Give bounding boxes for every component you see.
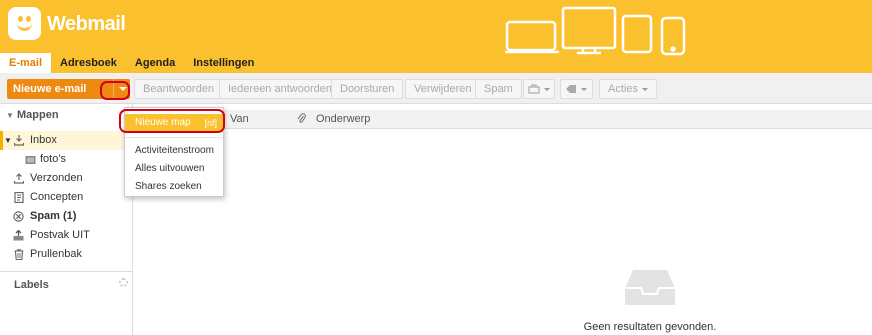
message-list-header: Van Onderwerp bbox=[134, 110, 872, 129]
folder-spam[interactable]: Spam (1) bbox=[0, 207, 132, 226]
tab-adresboek[interactable]: Adresboek bbox=[51, 53, 126, 73]
folder-label: Spam (1) bbox=[30, 210, 77, 222]
devices-illustration bbox=[505, 6, 686, 56]
labels-heading: Labels bbox=[14, 279, 49, 291]
trash-icon bbox=[14, 249, 24, 260]
reply-all-button[interactable]: Iedereen antwoorden bbox=[219, 79, 341, 99]
spam-icon bbox=[13, 211, 24, 222]
drafts-icon bbox=[14, 192, 24, 203]
folder-label: Inbox bbox=[30, 134, 57, 146]
folders-heading-label: Mappen bbox=[16, 109, 59, 121]
forward-button[interactable]: Doorsturen bbox=[331, 79, 404, 99]
folder-postvak-uit[interactable]: Postvak UIT bbox=[0, 226, 132, 245]
collapse-icon: ▼ bbox=[6, 111, 14, 120]
tab-email[interactable]: E-mail bbox=[0, 53, 52, 73]
spam-button[interactable]: Spam bbox=[475, 79, 522, 99]
logo-icon bbox=[8, 7, 41, 40]
move-button[interactable] bbox=[523, 79, 555, 99]
folder-label: Postvak UIT bbox=[30, 229, 90, 241]
sidebar: ▼ Mappen ▼ Inbox foto's Verzonden Concep… bbox=[0, 104, 133, 335]
expand-icon: ▼ bbox=[4, 136, 12, 145]
outbox-icon bbox=[13, 230, 24, 241]
folder-fotos[interactable]: foto's bbox=[0, 150, 132, 169]
new-email-label: Nieuwe e-mail bbox=[13, 83, 87, 95]
tag-icon bbox=[566, 85, 576, 94]
label-button[interactable] bbox=[560, 79, 593, 99]
main-tabs: E-mail Adresboek Agenda Instellingen bbox=[0, 53, 263, 73]
folder-label: Prullenbak bbox=[30, 248, 82, 260]
reply-button[interactable]: Beantwoorden bbox=[134, 79, 223, 99]
actions-label: Acties bbox=[608, 83, 638, 95]
labels-section: Labels bbox=[0, 271, 132, 335]
folder-prullenbak[interactable]: Prullenbak bbox=[0, 245, 132, 264]
menu-item-expand-all[interactable]: Alles uitvouwen bbox=[125, 160, 223, 178]
folder-concepten[interactable]: Concepten bbox=[0, 188, 132, 207]
folder-verzonden[interactable]: Verzonden bbox=[0, 169, 132, 188]
tab-instellingen[interactable]: Instellingen bbox=[184, 53, 263, 73]
new-email-dropdown-toggle[interactable] bbox=[113, 79, 130, 99]
actions-button[interactable]: Acties bbox=[599, 79, 657, 99]
new-email-dropdown-menu: Nieuwe map [nf] Activiteitenstroom Alles… bbox=[124, 107, 224, 197]
menu-item-new-folder[interactable]: Nieuwe map [nf] bbox=[125, 114, 223, 132]
delete-button[interactable]: Verwijderen bbox=[405, 79, 481, 99]
move-icon bbox=[528, 84, 540, 94]
folder-label: Concepten bbox=[30, 191, 84, 203]
menu-item-activity-stream[interactable]: Activiteitenstroom bbox=[125, 142, 223, 160]
gear-icon[interactable] bbox=[119, 278, 128, 287]
folder-label: Verzonden bbox=[30, 172, 83, 184]
column-subject[interactable]: Onderwerp bbox=[316, 113, 370, 125]
app-title: Webmail bbox=[47, 13, 126, 35]
chevron-down-icon bbox=[581, 87, 587, 91]
toolbar: Nieuwe e-mail Beantwoorden Iedereen antw… bbox=[0, 73, 872, 104]
chevron-down-icon bbox=[544, 87, 550, 91]
folder-inbox[interactable]: ▼ Inbox bbox=[0, 131, 132, 150]
empty-inbox-icon bbox=[625, 270, 675, 305]
empty-message: Geen resultaten gevonden. bbox=[583, 321, 717, 333]
folder-icon bbox=[25, 156, 36, 164]
folder-label: foto's bbox=[40, 153, 66, 165]
chevron-down-icon bbox=[641, 87, 648, 91]
folders-heading[interactable]: ▼ Mappen bbox=[6, 109, 59, 121]
menu-divider bbox=[125, 137, 223, 138]
sent-icon bbox=[14, 173, 24, 184]
menu-item-label: Nieuwe map bbox=[135, 117, 191, 128]
menu-item-find-shares[interactable]: Shares zoeken bbox=[125, 178, 223, 196]
header: Webmail E-mail Adresboek Agenda Instelli… bbox=[0, 0, 872, 73]
tab-agenda[interactable]: Agenda bbox=[126, 53, 184, 73]
inbox-icon bbox=[14, 135, 24, 146]
new-email-button[interactable]: Nieuwe e-mail bbox=[7, 79, 130, 99]
menu-item-shortcut: [nf] bbox=[204, 118, 217, 128]
paperclip-icon[interactable] bbox=[297, 113, 306, 124]
column-from[interactable]: Van bbox=[230, 113, 249, 125]
